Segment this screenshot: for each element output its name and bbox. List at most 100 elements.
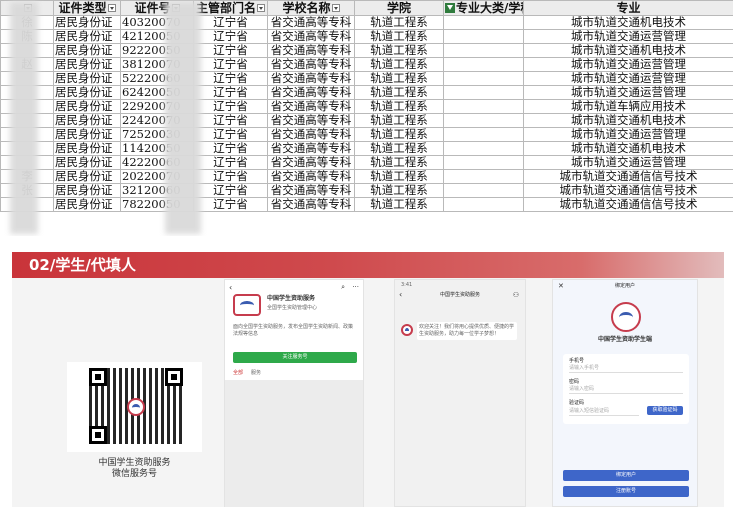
table-row[interactable]: 居民身份证 62420050 辽宁省 省交通高等专科 轨道工程系 城市轨道交通运营管理: [0, 85, 733, 100]
table-cell[interactable]: 省交通高等专科: [267, 71, 355, 86]
col-header-school[interactable]: 学校名称: [267, 0, 355, 16]
table-row[interactable]: 居民身份证 78220050 辽宁省 省交通高等专科 轨道工程系 城市轨道交通通信信号技术: [0, 197, 733, 212]
table-cell[interactable]: 城市轨道交通通信信号技术: [523, 183, 733, 198]
table-cell[interactable]: 轨道工程系: [354, 71, 444, 86]
table-row[interactable]: 居民身份证 72520030 辽宁省 省交通高等专科 轨道工程系 城市轨道交通运营管理: [0, 127, 733, 142]
table-cell[interactable]: [443, 197, 524, 212]
table-cell[interactable]: 居民身份证: [53, 15, 121, 30]
table-cell[interactable]: 居民身份证: [53, 29, 121, 44]
follow-button[interactable]: 关注服务号: [233, 352, 357, 363]
table-cell[interactable]: [443, 29, 524, 44]
table-cell[interactable]: 辽宁省: [193, 57, 268, 72]
table-cell[interactable]: 居民身份证: [53, 85, 121, 100]
table-cell[interactable]: 轨道工程系: [354, 85, 444, 100]
table-cell[interactable]: [443, 57, 524, 72]
table-cell[interactable]: 轨道工程系: [354, 141, 444, 156]
table-cell[interactable]: 居民身份证: [53, 183, 121, 198]
table-cell[interactable]: 辽宁省: [193, 169, 268, 184]
table-cell[interactable]: 轨道工程系: [354, 43, 444, 58]
table-cell[interactable]: 辽宁省: [193, 15, 268, 30]
filter-dropdown-icon[interactable]: [331, 4, 340, 12]
table-cell[interactable]: 轨道工程系: [354, 183, 444, 198]
table-cell[interactable]: 省交通高等专科: [267, 141, 355, 156]
col-header-category[interactable]: 专业大类/学科: [443, 0, 524, 16]
table-cell[interactable]: 辽宁省: [193, 155, 268, 170]
col-header-college[interactable]: 学院: [354, 0, 444, 16]
table-cell[interactable]: 城市轨道交通通信信号技术: [523, 169, 733, 184]
table-row[interactable]: 徐居民身份证40320070辽宁省省交通高等专科轨道工程系城市轨道交通机电技术: [0, 15, 733, 30]
table-cell[interactable]: 居民身份证: [53, 169, 121, 184]
table-cell[interactable]: 辽宁省: [193, 71, 268, 86]
table-cell[interactable]: 居民身份证: [53, 57, 121, 72]
table-cell[interactable]: 城市轨道交通机电技术: [523, 113, 733, 128]
table-cell[interactable]: 城市轨道车辆应用技术: [523, 99, 733, 114]
table-cell[interactable]: 辽宁省: [193, 85, 268, 100]
table-cell[interactable]: 轨道工程系: [354, 169, 444, 184]
table-row[interactable]: 居民身份证 92220050 辽宁省 省交通高等专科 轨道工程系 城市轨道交通机电技术: [0, 43, 733, 58]
more-icon[interactable]: ···: [352, 283, 359, 291]
table-cell[interactable]: 辽宁省: [193, 141, 268, 156]
register-button[interactable]: 注册账号: [563, 486, 689, 497]
table-cell[interactable]: 居民身份证: [53, 71, 121, 86]
table-row[interactable]: 赵居民身份证38120070辽宁省省交通高等专科轨道工程系城市轨道交通运营管理: [0, 57, 733, 72]
table-cell[interactable]: 轨道工程系: [354, 29, 444, 44]
table-row[interactable]: 居民身份证 11420050 辽宁省 省交通高等专科 轨道工程系 城市轨道交通机电技术: [0, 141, 733, 156]
table-cell[interactable]: [443, 183, 524, 198]
table-cell[interactable]: 城市轨道交通运营管理: [523, 57, 733, 72]
table-row[interactable]: 居民身份证 22920070 辽宁省 省交通高等专科 轨道工程系 城市轨道车辆应用技术: [0, 99, 733, 114]
table-cell[interactable]: 轨道工程系: [354, 15, 444, 30]
table-cell[interactable]: 城市轨道交通运营管理: [523, 85, 733, 100]
table-cell[interactable]: 城市轨道交通运营管理: [523, 155, 733, 170]
table-cell[interactable]: 省交通高等专科: [267, 57, 355, 72]
code-input[interactable]: 请输入短信验证码: [569, 408, 639, 416]
table-cell[interactable]: 省交通高等专科: [267, 15, 355, 30]
table-row[interactable]: 居民身份证 22420070 辽宁省 省交通高等专科 轨道工程系 城市轨道交通机电技术: [0, 113, 733, 128]
table-cell[interactable]: 轨道工程系: [354, 99, 444, 114]
table-cell[interactable]: [443, 99, 524, 114]
table-cell[interactable]: 居民身份证: [53, 155, 121, 170]
table-cell[interactable]: 轨道工程系: [354, 127, 444, 142]
table-cell[interactable]: 居民身份证: [53, 127, 121, 142]
back-icon[interactable]: ‹: [229, 283, 232, 292]
table-cell[interactable]: 辽宁省: [193, 99, 268, 114]
table-row[interactable]: 居民身份证 52220060 辽宁省 省交通高等专科 轨道工程系 城市轨道交通运营管理: [0, 71, 733, 86]
filter-dropdown-icon[interactable]: [257, 4, 265, 12]
table-cell[interactable]: 省交通高等专科: [267, 127, 355, 142]
table-cell[interactable]: 省交通高等专科: [267, 29, 355, 44]
profile-icon[interactable]: ⚇: [513, 291, 519, 299]
table-cell[interactable]: 省交通高等专科: [267, 113, 355, 128]
bind-user-button[interactable]: 绑定用户: [563, 470, 689, 481]
table-cell[interactable]: 城市轨道交通运营管理: [523, 127, 733, 142]
table-cell[interactable]: 辽宁省: [193, 183, 268, 198]
col-header-id-type[interactable]: 证件类型: [53, 0, 121, 16]
table-cell[interactable]: [443, 15, 524, 30]
table-cell[interactable]: [443, 141, 524, 156]
table-cell[interactable]: 省交通高等专科: [267, 183, 355, 198]
password-input[interactable]: 请输入密码: [569, 386, 683, 394]
tab-all[interactable]: 全部: [233, 370, 243, 377]
table-row[interactable]: 居民身份证 42220060 辽宁省 省交通高等专科 轨道工程系 城市轨道交通运营管理: [0, 155, 733, 170]
table-row[interactable]: 陈居民身份证42120050辽宁省省交通高等专科轨道工程系城市轨道交通运营管理: [0, 29, 733, 44]
search-icon[interactable]: ⌕: [341, 283, 345, 292]
table-cell[interactable]: [443, 169, 524, 184]
table-cell[interactable]: 居民身份证: [53, 197, 121, 212]
table-cell[interactable]: 城市轨道交通运营管理: [523, 29, 733, 44]
tab-service[interactable]: 服务: [251, 370, 261, 377]
table-cell[interactable]: 轨道工程系: [354, 113, 444, 128]
get-code-button[interactable]: 获取验证码: [647, 406, 683, 415]
table-cell[interactable]: 辽宁省: [193, 127, 268, 142]
table-cell[interactable]: 居民身份证: [53, 43, 121, 58]
table-cell[interactable]: 居民身份证: [53, 141, 121, 156]
table-row[interactable]: 张居民身份证32120060辽宁省省交通高等专科轨道工程系城市轨道交通通信信号技…: [0, 183, 733, 198]
table-cell[interactable]: 城市轨道交通机电技术: [523, 43, 733, 58]
table-cell[interactable]: 轨道工程系: [354, 57, 444, 72]
table-cell[interactable]: 城市轨道交通通信信号技术: [523, 197, 733, 212]
table-cell[interactable]: [443, 43, 524, 58]
active-filter-icon[interactable]: [445, 3, 455, 13]
table-cell[interactable]: 城市轨道交通机电技术: [523, 15, 733, 30]
table-cell[interactable]: [443, 127, 524, 142]
table-cell[interactable]: 省交通高等专科: [267, 169, 355, 184]
table-cell[interactable]: 城市轨道交通运营管理: [523, 71, 733, 86]
table-cell[interactable]: 城市轨道交通机电技术: [523, 141, 733, 156]
table-cell[interactable]: 居民身份证: [53, 99, 121, 114]
